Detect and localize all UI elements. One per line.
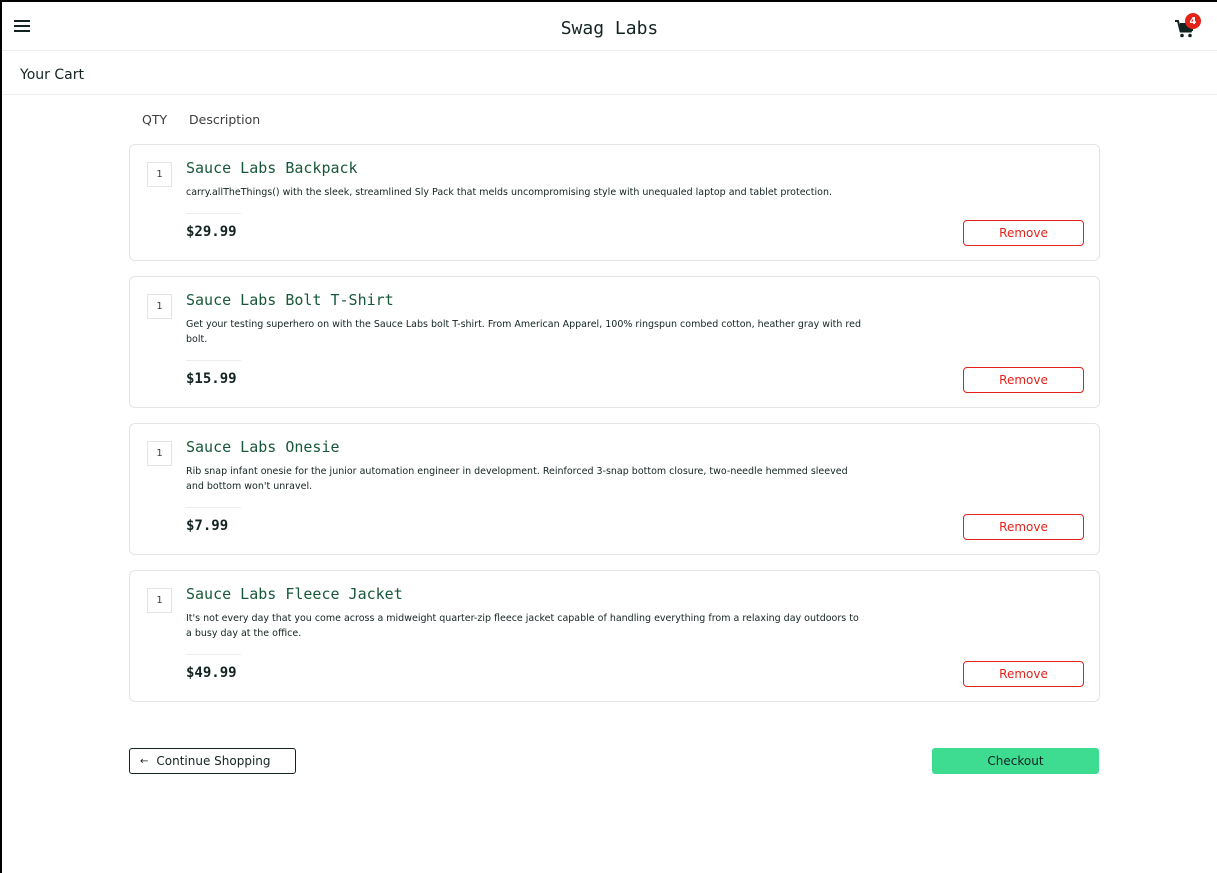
price-divider bbox=[186, 213, 241, 214]
item-description: It's not every day that you come across … bbox=[186, 613, 859, 639]
item-price: $7.99 bbox=[186, 518, 229, 534]
item-description: Rib snap infant onesie for the junior au… bbox=[186, 466, 848, 492]
secondary-header: Your Cart bbox=[2, 52, 1217, 95]
remove-button[interactable]: Remove bbox=[963, 367, 1084, 393]
item-description: Get your testing superhero on with the S… bbox=[186, 319, 861, 345]
continue-shopping-button[interactable]: ← Continue Shopping bbox=[129, 748, 296, 774]
app-logo: Swag Labs bbox=[560, 18, 659, 39]
qty-column-label: QTY bbox=[142, 112, 168, 127]
item-name-link[interactable]: Sauce Labs Bolt T-Shirt bbox=[186, 291, 394, 309]
item-price: $49.99 bbox=[186, 665, 237, 681]
cart-item: 1 Sauce Labs Onesie Rib snap infant ones… bbox=[129, 423, 1100, 555]
item-quantity: 1 bbox=[147, 441, 172, 466]
checkout-button[interactable]: Checkout bbox=[932, 748, 1099, 774]
remove-button[interactable]: Remove bbox=[963, 514, 1084, 540]
cart-item: 1 Sauce Labs Backpack carry.allTheThings… bbox=[129, 144, 1100, 261]
item-name-link[interactable]: Sauce Labs Fleece Jacket bbox=[186, 585, 403, 603]
item-name-link[interactable]: Sauce Labs Backpack bbox=[186, 159, 358, 177]
primary-header: Swag Labs 4 bbox=[2, 2, 1217, 51]
item-price: $15.99 bbox=[186, 371, 237, 387]
item-description: carry.allTheThings() with the sleek, str… bbox=[186, 187, 832, 198]
description-column-label: Description bbox=[189, 112, 261, 127]
app-window: Swag Labs 4 Your Cart QTY Description 1 … bbox=[0, 0, 1217, 873]
arrow-left-icon: ← bbox=[140, 755, 149, 767]
remove-button[interactable]: Remove bbox=[963, 220, 1084, 246]
cart-badge: 4 bbox=[1185, 13, 1201, 29]
item-quantity: 1 bbox=[147, 294, 172, 319]
shopping-cart-link[interactable]: 4 bbox=[1175, 13, 1201, 40]
cart-item: 1 Sauce Labs Fleece Jacket It's not ever… bbox=[129, 570, 1100, 702]
page-title: Your Cart bbox=[20, 67, 84, 83]
price-divider bbox=[186, 654, 241, 655]
remove-button[interactable]: Remove bbox=[963, 661, 1084, 687]
item-quantity: 1 bbox=[147, 588, 172, 613]
price-divider bbox=[186, 507, 241, 508]
price-divider bbox=[186, 360, 241, 361]
item-price: $29.99 bbox=[186, 224, 237, 240]
item-name-link[interactable]: Sauce Labs Onesie bbox=[186, 438, 340, 456]
cart-item: 1 Sauce Labs Bolt T-Shirt Get your testi… bbox=[129, 276, 1100, 408]
item-quantity: 1 bbox=[147, 162, 172, 187]
continue-shopping-label: Continue Shopping bbox=[156, 754, 271, 768]
